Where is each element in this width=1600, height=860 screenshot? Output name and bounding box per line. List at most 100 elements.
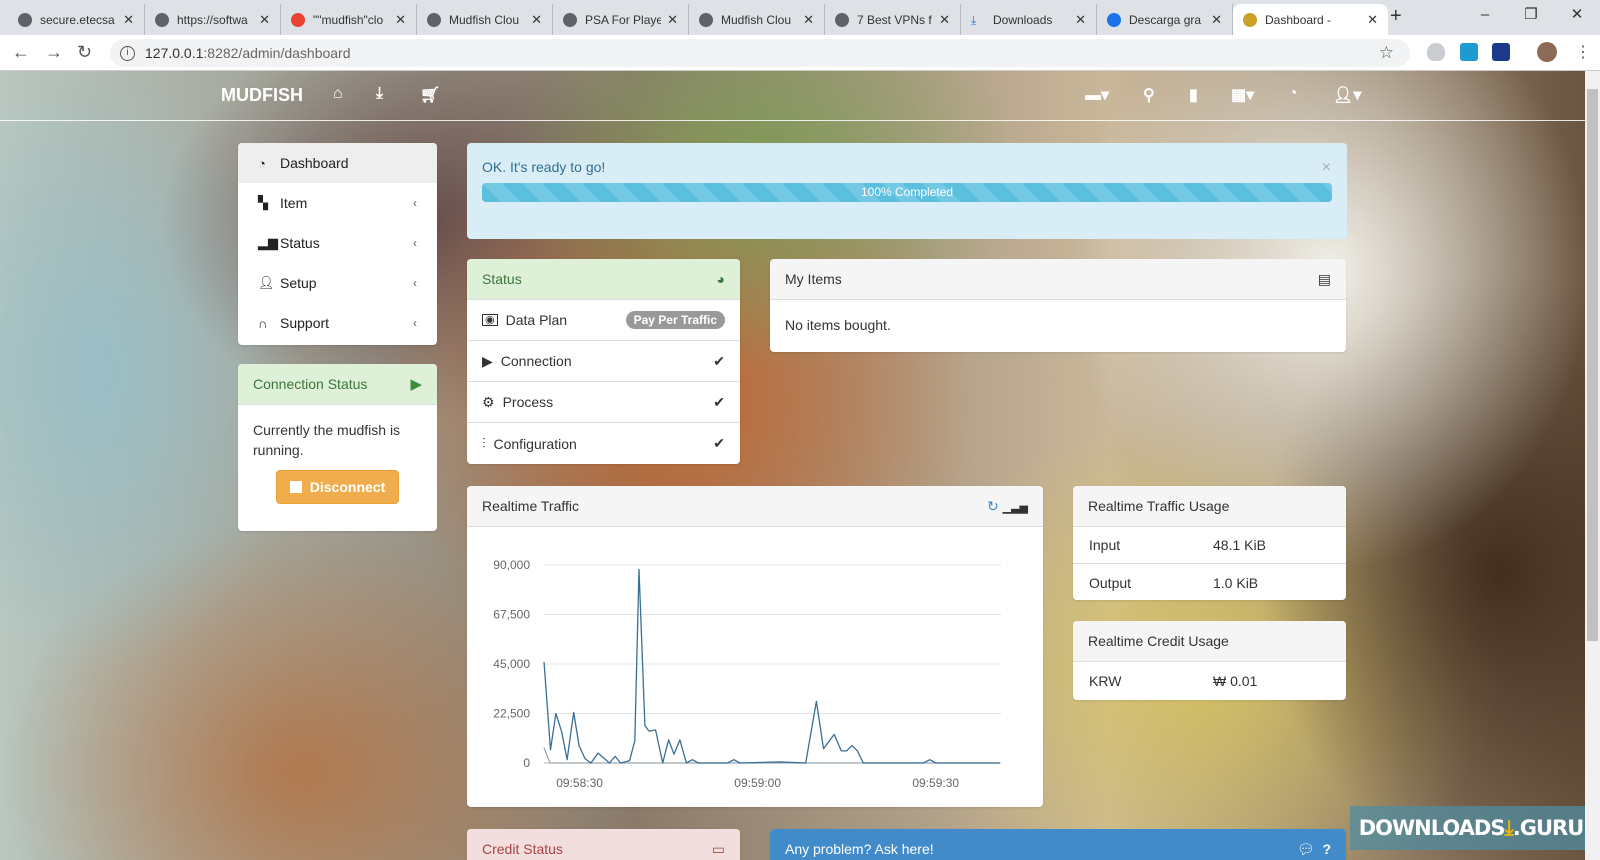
site-icon <box>155 12 169 27</box>
sidebar-item-dashboard[interactable]: ◔ Dashboard <box>238 143 437 183</box>
y-tick-label: 22,500 <box>493 707 530 721</box>
sliders-icon: ⫶ <box>482 435 486 451</box>
close-tab-icon[interactable]: ✕ <box>1211 12 1222 28</box>
forward-button[interactable]: → <box>45 42 63 63</box>
connection-message: Currently the mudfish is running. <box>253 422 401 458</box>
browser-tab[interactable]: https://softwa ✕ <box>145 4 281 35</box>
top-navbar: MUDFISH ⌂ ⤓ 🛒︎ ▬▾ ⚲ ▮ ▦▾ ◔ 👤︎▾ <box>0 71 1585 121</box>
traffic-usage-panel: Realtime Traffic Usage Input 48.1 KiB Out… <box>1073 486 1346 600</box>
tab-title: Downloads <box>993 12 1053 27</box>
status-item-configuration[interactable]: ⫶ Configuration ✔ <box>467 423 740 464</box>
dashboard-gauge-icon[interactable]: ◔ <box>1288 85 1298 103</box>
success-alert: OK. It's ready to go! × 100% Completed <box>467 143 1347 239</box>
comment-dropdown-icon[interactable]: ▬▾ <box>1085 85 1109 105</box>
panel-title: Realtime Traffic Usage <box>1088 498 1230 514</box>
y-tick-label: 67,500 <box>493 608 530 622</box>
usage-value: 48.1 KiB <box>1213 537 1266 553</box>
sidebar-item-status[interactable]: ▂▆ Status ‹ <box>238 223 437 263</box>
traffic-chart: 0 22,500 45,000 67,500 90,000 09:58:30 09:59:0… <box>493 558 1001 790</box>
restore-button[interactable]: ❐ <box>1508 0 1554 32</box>
close-tab-icon[interactable]: ✕ <box>667 12 678 28</box>
sidebar-item-setup[interactable]: 👤︎ Setup ‹ <box>238 263 437 303</box>
translate-extension-icon[interactable] <box>1460 43 1478 61</box>
downloads-guru-watermark: DOWNLOADS⤓.GURU <box>1350 806 1585 850</box>
minimize-button[interactable]: – <box>1462 0 1508 32</box>
refresh-icon[interactable]: ↻ <box>987 498 999 514</box>
close-tab-icon[interactable]: ✕ <box>1367 12 1378 28</box>
status-item-label: Data Plan <box>505 312 568 328</box>
disconnect-button[interactable]: Disconnect <box>276 470 399 504</box>
close-tab-icon[interactable]: ✕ <box>123 12 134 28</box>
credit-value: ₩ 0.01 <box>1213 672 1258 689</box>
progress-bar: 100% Completed <box>482 183 1332 202</box>
user-dropdown-icon[interactable]: 👤︎▾ <box>1333 85 1361 105</box>
tab-title: ""mudfish"clo <box>313 12 384 27</box>
scrollbar-thumb[interactable] <box>1587 89 1598 641</box>
info-icon[interactable]: i <box>120 45 135 61</box>
status-item-connection[interactable]: ▶ Connection ✔ <box>467 341 740 382</box>
search-extension-icon[interactable] <box>1492 43 1510 61</box>
new-tab-button[interactable]: + <box>1390 5 1402 28</box>
connection-status-panel: Connection Status ▶ Currently the mudfish… <box>238 364 437 531</box>
credit-row-krw: KRW ₩ 0.01 <box>1073 662 1346 699</box>
close-alert-icon[interactable]: × <box>1322 159 1331 177</box>
sidebar-item-support[interactable]: ∩ Support ‹ <box>238 303 437 343</box>
series-line-input <box>543 568 1000 764</box>
close-tab-icon[interactable]: ✕ <box>395 12 406 28</box>
credit-status-panel: Credit Status ▭ <box>467 829 740 860</box>
browser-tab[interactable]: PSA For Playe ✕ <box>553 4 689 35</box>
profile-avatar[interactable] <box>1537 42 1557 62</box>
my-items-message: No items bought. <box>785 317 891 333</box>
sidebar-item-label: Setup <box>280 275 317 291</box>
check-icon: ✔ <box>713 435 725 451</box>
status-item-data-plan[interactable]: ◉ Data Plan Pay Per Traffic <box>467 300 740 341</box>
url-bar[interactable]: i 127.0.0.1:8282/admin/dashboard ☆ <box>110 39 1410 67</box>
vertical-scrollbar[interactable] <box>1585 71 1600 860</box>
x-tick-label: 09:59:30 <box>912 776 959 790</box>
comments-icon[interactable]: 💬︎ <box>1297 841 1315 857</box>
home-icon[interactable]: ⌂ <box>333 85 343 103</box>
signal-icon[interactable]: ▁▃▅ <box>1003 502 1028 514</box>
browser-tab[interactable]: Mudfish Clou ✕ <box>417 4 553 35</box>
help-icon[interactable]: ? <box>1322 841 1331 857</box>
usage-row-output: Output 1.0 KiB <box>1073 564 1346 600</box>
globe-icon <box>699 12 713 27</box>
close-tab-icon[interactable]: ✕ <box>259 12 270 28</box>
browser-tab[interactable]: ⤓ Downloads ✕ <box>961 4 1097 35</box>
panel-title: Realtime Credit Usage <box>1088 633 1229 649</box>
browser-tab[interactable]: Descarga gra ✕ <box>1097 4 1233 35</box>
close-tab-icon[interactable]: ✕ <box>531 12 542 28</box>
search-icon[interactable]: ⚲ <box>1143 85 1155 105</box>
sidebar-item-item[interactable]: ▚ Item ‹ <box>238 183 437 223</box>
status-item-label: Configuration <box>493 435 577 452</box>
bar-chart-icon: ▂▆ <box>258 235 278 250</box>
browser-tab[interactable]: 7 Best VPNs f ✕ <box>825 4 961 35</box>
download-icon[interactable]: ⤓ <box>376 85 383 103</box>
chevron-left-icon: ‹ <box>413 196 417 210</box>
check-icon: ✔ <box>713 393 725 410</box>
apps-grid-dropdown-icon[interactable]: ▦▾ <box>1231 85 1254 105</box>
shield-extension-icon[interactable] <box>1427 43 1445 61</box>
menu-kebab-icon[interactable]: ⋮ <box>1575 42 1591 62</box>
window-controls: – ❐ ✕ <box>1462 0 1600 32</box>
sidebar-item-label: Status <box>280 235 320 251</box>
browser-tab[interactable]: Mudfish Clou ✕ <box>689 4 825 35</box>
close-tab-icon[interactable]: ✕ <box>803 12 814 28</box>
browser-tab[interactable]: ""mudfish"clo ✕ <box>281 4 417 35</box>
close-tab-icon[interactable]: ✕ <box>1075 12 1086 28</box>
reload-button[interactable]: ↻ <box>77 42 92 63</box>
back-button[interactable]: ← <box>12 42 30 63</box>
close-window-button[interactable]: ✕ <box>1554 0 1600 32</box>
book-icon[interactable]: ▮ <box>1189 85 1198 105</box>
bookmark-star-icon[interactable]: ☆ <box>1379 43 1394 63</box>
brand-logo[interactable]: MUDFISH <box>221 85 303 106</box>
panel-title: Realtime Traffic <box>482 498 579 514</box>
browser-tab[interactable]: Dashboard - ✕ <box>1233 4 1388 35</box>
tab-title: https://softwa <box>177 12 248 27</box>
progress-fill: 100% Completed <box>482 183 1332 202</box>
status-item-process[interactable]: ⚙ Process ✔ <box>467 382 740 423</box>
cart-icon[interactable]: 🛒︎ <box>420 85 440 105</box>
close-tab-icon[interactable]: ✕ <box>939 12 950 28</box>
browser-tab[interactable]: secure.etecsa ✕ <box>8 4 145 35</box>
chevron-left-icon: ‹ <box>413 316 417 330</box>
